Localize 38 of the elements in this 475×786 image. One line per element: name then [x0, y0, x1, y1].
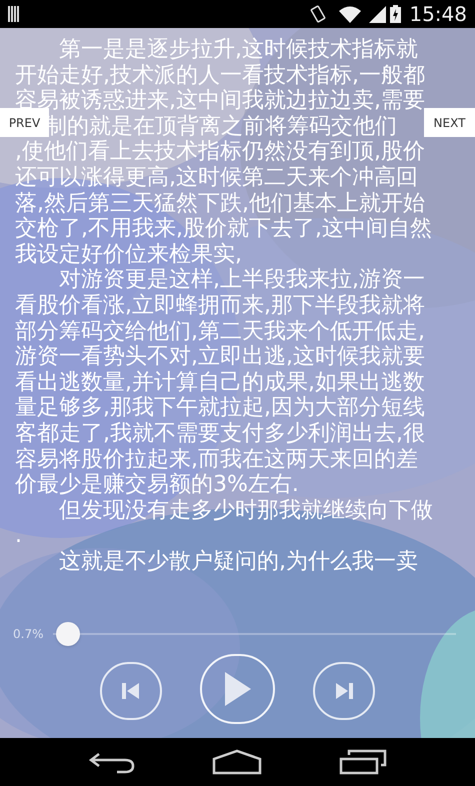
text-line: 部分筹码交给他们,第二天我来个低开低走, — [15, 318, 425, 344]
text-line: 对游资更是这样,上半段我来拉,游资一 — [59, 267, 425, 292]
text-line: 客都走了,我就不需要支付多少利润出去,很 — [15, 420, 425, 446]
text-line: 量足够多,那我下午就拉起,因为大部分短线 — [15, 395, 425, 420]
signal-icon — [369, 6, 386, 22]
text-line: 看出逃数量,并计算自己的成果,如果出逃数 — [15, 370, 425, 395]
text-line: . — [15, 523, 22, 548]
text-line: 还可以涨得更高,这时候第二天来个冲高回 — [15, 164, 418, 190]
text-line: 游资一看势头不对,立即出逃,这时候我就要 — [15, 344, 425, 370]
rotation-icon — [309, 5, 328, 23]
text-line: 开始走好,技术派的人一看技术指标,一般都 — [15, 62, 425, 88]
text-line: 落,然后第三天猛然下跌,他们基本上就开始 — [15, 190, 425, 216]
recent-apps-icon[interactable] — [338, 749, 386, 775]
battery-icon — [390, 5, 402, 23]
notification-icon — [8, 6, 20, 22]
text-line: 交枪了,不用我来,股价就下去了,这中间自然 — [15, 216, 432, 242]
text-line: 第一是是逐步拉升,这时候技术指标就 — [59, 37, 418, 62]
progress-slider[interactable] — [53, 622, 456, 646]
play-button[interactable] — [200, 654, 275, 724]
skip-forward-icon — [335, 682, 353, 700]
text-line: 价最少是赚交易额的3%左右. — [15, 472, 299, 498]
back-icon[interactable] — [88, 750, 134, 774]
text-line: 我设定好价位来检果实, — [15, 242, 242, 267]
text-line: 但发现没有走多少时那我就继续向下做 — [59, 498, 433, 523]
next-track-button[interactable] — [313, 662, 375, 720]
text-line: ,使他们看上去技术指标仍然没有到顶,股价 — [15, 139, 425, 164]
prev-button[interactable]: PREV — [0, 108, 49, 137]
text-line: 看股价看涨,立即蜂拥而来,那下半段我就将 — [15, 292, 425, 318]
progress-reading: 0.7% — [13, 626, 44, 643]
text-line: 这就是不少散户疑问的,为什么我一卖 — [59, 548, 418, 574]
next-button[interactable]: NEXT — [424, 108, 475, 137]
text-line: 容易将股价拉起来,而我在这两天来回的差 — [15, 446, 418, 472]
play-icon — [224, 672, 250, 706]
previous-track-button[interactable] — [100, 662, 162, 720]
skip-back-icon — [122, 682, 140, 700]
status-time: 15:48 — [409, 1, 467, 28]
wifi-icon — [339, 6, 362, 22]
home-icon[interactable] — [212, 749, 262, 775]
